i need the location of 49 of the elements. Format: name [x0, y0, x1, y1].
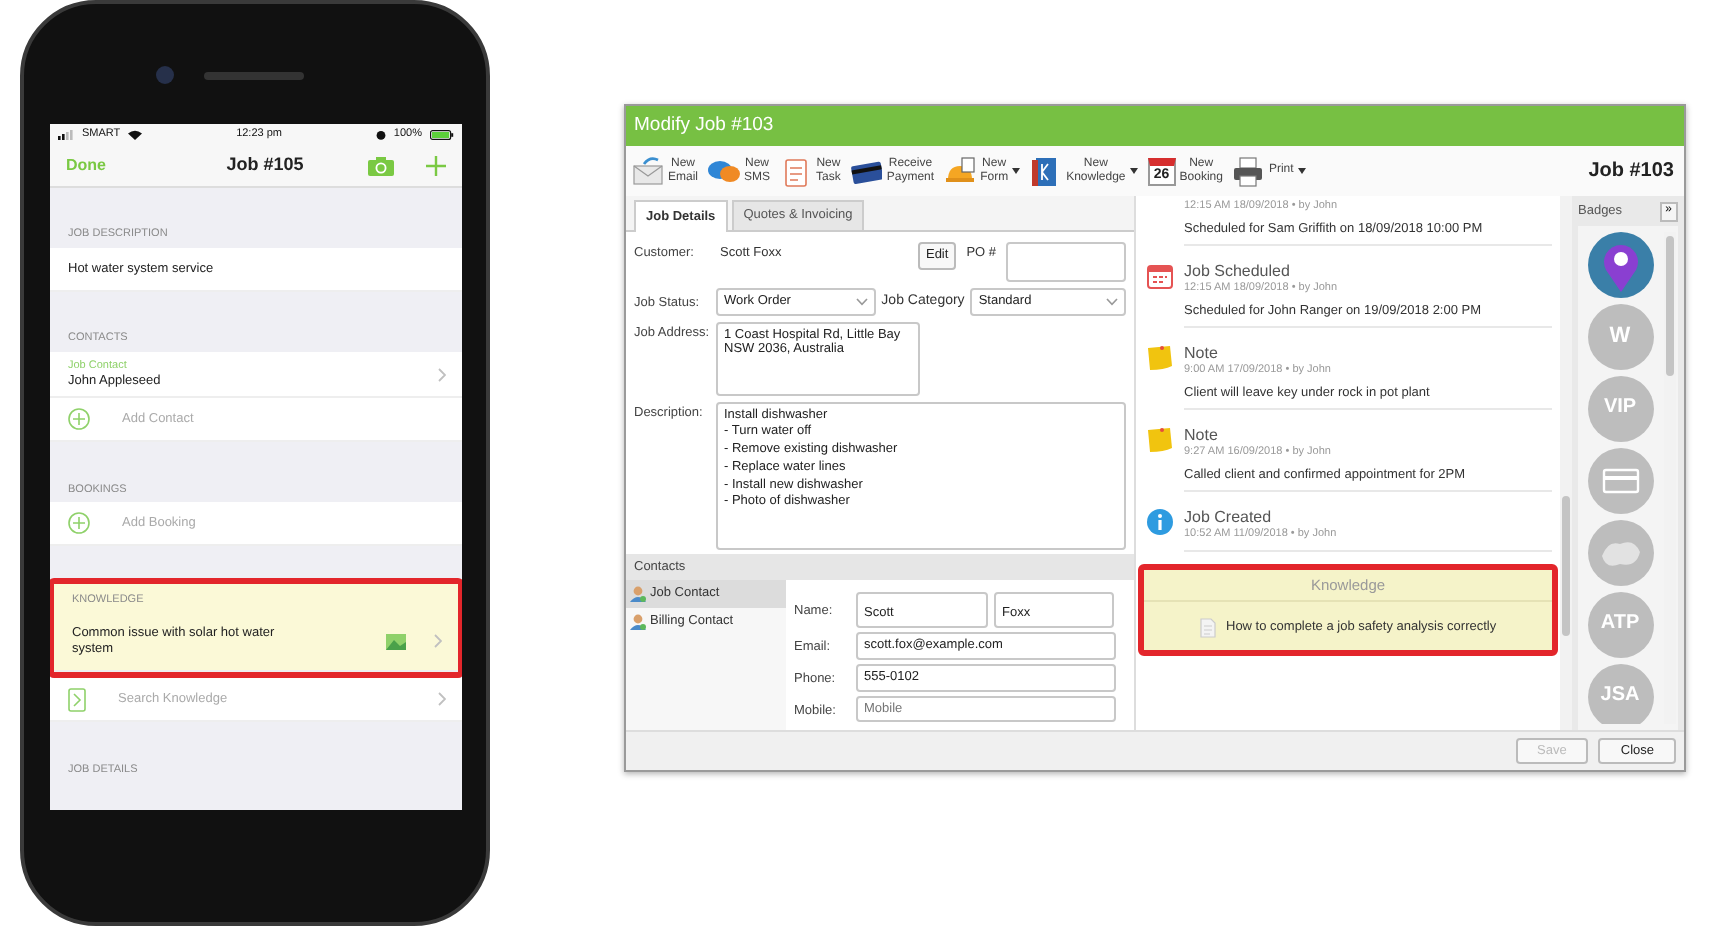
entry-title: Job Scheduled: [1184, 262, 1292, 282]
person-icon: [630, 586, 646, 603]
badge-emblem: W: [1587, 303, 1653, 370]
wifi-icon: [128, 129, 143, 139]
chevron-down-icon: [855, 297, 868, 306]
badge-emblem-icon: [1587, 519, 1653, 586]
caret-icon: [1129, 168, 1138, 174]
chevron-right-icon: [438, 692, 446, 707]
front-camera: [156, 66, 174, 84]
badge-emblem: JSA: [1587, 663, 1653, 724]
badge-emblem: VIP: [1587, 375, 1653, 442]
add-icon[interactable]: [426, 155, 446, 175]
entry-title: Note: [1184, 426, 1220, 446]
book-icon: [68, 687, 86, 712]
signal-icon: [58, 129, 74, 139]
po-number-field[interactable]: [1006, 241, 1126, 282]
image-icon: [386, 633, 406, 650]
envelope-icon: [632, 155, 664, 187]
scroll-thumb: [1562, 496, 1570, 636]
info-icon: [1146, 508, 1174, 537]
entry-title: Job Created: [1184, 508, 1274, 528]
camera-icon[interactable]: [368, 155, 394, 175]
printer-icon: [1232, 155, 1265, 187]
battery-icon: [429, 129, 454, 139]
caret-icon: [1012, 168, 1021, 174]
chat-bubbles-icon: [708, 155, 741, 187]
caret-icon: [1297, 168, 1306, 174]
credit-card-icon: [1587, 447, 1653, 514]
sticky-note-icon: [1146, 426, 1174, 455]
document-icon: [1200, 617, 1216, 638]
alarm-icon: [375, 129, 386, 139]
window-title: Modify Job #103: [634, 114, 774, 138]
badge-emblem: ATP: [1587, 591, 1653, 658]
add-icon: [68, 408, 90, 431]
person-icon: [630, 614, 646, 631]
hard-hat-icon: [944, 155, 977, 187]
sticky-note-icon: [1146, 344, 1174, 373]
add-icon: [68, 512, 90, 535]
calendar-icon: [1146, 262, 1174, 291]
job-number: Job #103: [1588, 159, 1676, 183]
clipboard-icon: [780, 155, 813, 187]
chevron-down-icon: [1106, 297, 1118, 306]
chevron-right-icon: [434, 634, 442, 649]
speaker-slot: [204, 72, 304, 80]
screen-title: Job #105: [226, 154, 304, 176]
scroll-thumb: [1666, 235, 1674, 376]
chevron-right-icon: [438, 367, 446, 382]
entry-title: Note: [1184, 344, 1220, 364]
location-pin-icon: [1587, 231, 1653, 298]
